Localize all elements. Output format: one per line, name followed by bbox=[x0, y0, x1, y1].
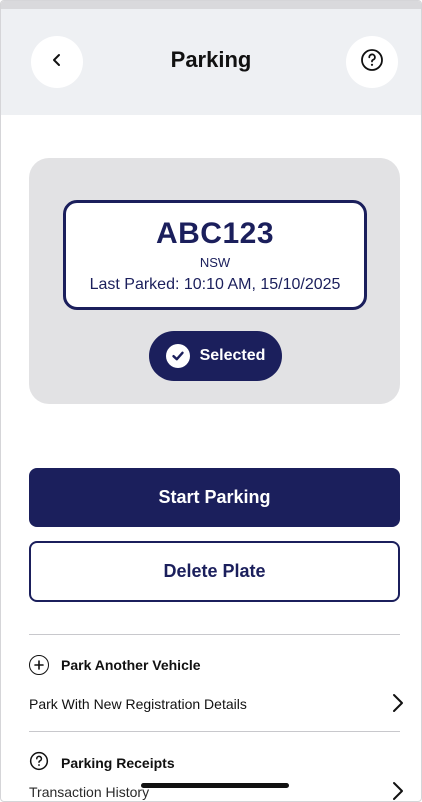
question-circle-icon bbox=[29, 751, 49, 774]
help-button[interactable] bbox=[346, 36, 398, 88]
app-header: Parking bbox=[1, 9, 421, 115]
home-indicator[interactable] bbox=[141, 783, 289, 788]
selected-plate-card[interactable]: ABC123 NSW Last Parked: 10:10 AM, 15/10/… bbox=[29, 158, 400, 404]
start-parking-button[interactable]: Start Parking bbox=[29, 468, 400, 527]
phone-screen: Parking ABC123 NSW Last Parked: 10:10 AM… bbox=[0, 0, 422, 802]
park-new-registration-label: Park With New Registration Details bbox=[29, 696, 247, 712]
status-strip bbox=[1, 1, 421, 9]
license-plate: ABC123 NSW Last Parked: 10:10 AM, 15/10/… bbox=[63, 200, 367, 310]
parking-receipts-heading: Parking Receipts bbox=[29, 751, 175, 774]
parking-receipts-title: Parking Receipts bbox=[61, 754, 175, 771]
park-another-vehicle-title: Park Another Vehicle bbox=[61, 657, 201, 673]
plate-state: NSW bbox=[199, 255, 231, 270]
section-divider bbox=[29, 634, 400, 635]
selected-badge: Selected bbox=[149, 331, 282, 381]
plus-circle-icon bbox=[29, 655, 49, 675]
chevron-right-icon bbox=[392, 693, 404, 716]
park-new-registration-link[interactable]: Park With New Registration Details bbox=[29, 691, 404, 717]
park-another-vehicle-heading: Park Another Vehicle bbox=[29, 655, 201, 675]
check-circle-icon bbox=[165, 344, 190, 368]
transaction-history-label: Transaction History bbox=[29, 784, 150, 800]
delete-plate-button[interactable]: Delete Plate bbox=[29, 541, 400, 602]
section-divider bbox=[29, 731, 400, 732]
plate-number: ABC123 bbox=[155, 217, 275, 250]
selected-label: Selected bbox=[199, 347, 266, 364]
chevron-right-icon bbox=[392, 781, 404, 801]
last-parked-text: Last Parked: 10:10 AM, 15/10/2025 bbox=[89, 276, 341, 293]
question-circle-icon bbox=[360, 48, 384, 77]
